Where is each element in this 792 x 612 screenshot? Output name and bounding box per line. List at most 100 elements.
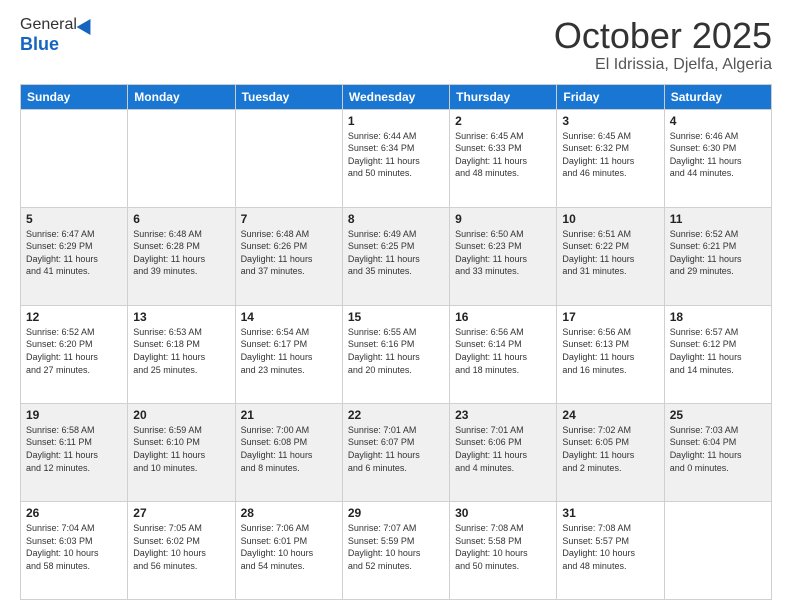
day-number: 13 [133, 310, 229, 324]
calendar-week-row: 1 Sunrise: 6:44 AM Sunset: 6:34 PM Daylig… [21, 109, 772, 207]
day-info: Sunrise: 6:55 AM Sunset: 6:16 PM Dayligh… [348, 326, 444, 376]
day-number: 3 [562, 114, 658, 128]
table-row: 29 Sunrise: 7:07 AM Sunset: 5:59 PM Dayli… [342, 501, 449, 599]
table-row: 20Sunrise: 6:59 AM Sunset: 6:10 PM Dayli… [128, 403, 235, 501]
day-info: Sunrise: 6:50 AM Sunset: 6:23 PM Dayligh… [455, 228, 551, 278]
table-row: 16 Sunrise: 6:56 AM Sunset: 6:14 PM Dayli… [450, 305, 557, 403]
table-row: 11 Sunrise: 6:52 AM Sunset: 6:21 PM Dayli… [664, 207, 771, 305]
day-info: Sunrise: 7:03 AM Sunset: 6:04 PM Dayligh… [670, 424, 766, 474]
header-monday: Monday [128, 84, 235, 109]
calendar-week-row: 5 Sunrise: 6:47 AM Sunset: 6:29 PM Daylig… [21, 207, 772, 305]
day-number: 5 [26, 212, 122, 226]
day-number: 7 [241, 212, 337, 226]
calendar-header-row: Sunday Monday Tuesday Wednesday Thursday… [21, 84, 772, 109]
day-info: Sunrise: 7:08 AM Sunset: 5:58 PM Dayligh… [455, 522, 551, 572]
day-number: 23 [455, 408, 551, 422]
table-row: 13Sunrise: 6:53 AM Sunset: 6:18 PM Dayli… [128, 305, 235, 403]
table-row: 4 Sunrise: 6:46 AM Sunset: 6:30 PM Daylig… [664, 109, 771, 207]
day-info: Sunrise: 7:01 AM Sunset: 6:06 PM Dayligh… [455, 424, 551, 474]
day-info: Sunrise: 6:52 AM Sunset: 6:21 PM Dayligh… [670, 228, 766, 278]
table-row: 22 Sunrise: 7:01 AM Sunset: 6:07 PM Dayli… [342, 403, 449, 501]
day-info: Sunrise: 6:48 AM Sunset: 6:28 PM Dayligh… [133, 228, 229, 278]
header: General Blue October 2025 El Idrissia, D… [20, 16, 772, 74]
table-row: 27Sunrise: 7:05 AM Sunset: 6:02 PM Dayli… [128, 501, 235, 599]
table-row: 23 Sunrise: 7:01 AM Sunset: 6:06 PM Dayli… [450, 403, 557, 501]
table-row: 10 Sunrise: 6:51 AM Sunset: 6:22 PM Dayli… [557, 207, 664, 305]
header-sunday: Sunday [21, 84, 128, 109]
day-info: Sunrise: 6:46 AM Sunset: 6:30 PM Dayligh… [670, 130, 766, 180]
table-row [235, 109, 342, 207]
day-info: Sunrise: 7:00 AM Sunset: 6:08 PM Dayligh… [241, 424, 337, 474]
day-info: Sunrise: 7:04 AM Sunset: 6:03 PM Dayligh… [26, 522, 122, 572]
day-number: 11 [670, 212, 766, 226]
table-row: 19 Sunrise: 6:58 AM Sunset: 6:11 PM Dayli… [21, 403, 128, 501]
day-number: 24 [562, 408, 658, 422]
day-info: Sunrise: 6:56 AM Sunset: 6:13 PM Dayligh… [562, 326, 658, 376]
day-number: 26 [26, 506, 122, 520]
table-row [21, 109, 128, 207]
page: General Blue October 2025 El Idrissia, D… [0, 0, 792, 612]
day-info: Sunrise: 6:45 AM Sunset: 6:32 PM Dayligh… [562, 130, 658, 180]
day-number: 14 [241, 310, 337, 324]
calendar-week-row: 26 Sunrise: 7:04 AM Sunset: 6:03 PM Dayli… [21, 501, 772, 599]
day-info: Sunrise: 7:08 AM Sunset: 5:57 PM Dayligh… [562, 522, 658, 572]
day-info: Sunrise: 6:48 AM Sunset: 6:26 PM Dayligh… [241, 228, 337, 278]
day-info: Sunrise: 7:05 AM Sunset: 6:02 PM Dayligh… [133, 522, 229, 572]
day-info: Sunrise: 6:56 AM Sunset: 6:14 PM Dayligh… [455, 326, 551, 376]
day-number: 15 [348, 310, 444, 324]
table-row: 15 Sunrise: 6:55 AM Sunset: 6:16 PM Dayli… [342, 305, 449, 403]
logo-blue-text: Blue [20, 34, 59, 55]
header-tuesday: Tuesday [235, 84, 342, 109]
day-number: 21 [241, 408, 337, 422]
table-row: 8 Sunrise: 6:49 AM Sunset: 6:25 PM Daylig… [342, 207, 449, 305]
title-location: El Idrissia, Djelfa, Algeria [554, 56, 772, 74]
day-number: 10 [562, 212, 658, 226]
day-number: 4 [670, 114, 766, 128]
title-month: October 2025 [554, 16, 772, 56]
day-info: Sunrise: 6:47 AM Sunset: 6:29 PM Dayligh… [26, 228, 122, 278]
day-info: Sunrise: 6:49 AM Sunset: 6:25 PM Dayligh… [348, 228, 444, 278]
day-number: 9 [455, 212, 551, 226]
day-number: 31 [562, 506, 658, 520]
table-row: 26 Sunrise: 7:04 AM Sunset: 6:03 PM Dayli… [21, 501, 128, 599]
table-row: 9 Sunrise: 6:50 AM Sunset: 6:23 PM Daylig… [450, 207, 557, 305]
table-row: 30Sunrise: 7:08 AM Sunset: 5:58 PM Dayli… [450, 501, 557, 599]
table-row: 17 Sunrise: 6:56 AM Sunset: 6:13 PM Dayli… [557, 305, 664, 403]
day-info: Sunrise: 6:44 AM Sunset: 6:34 PM Dayligh… [348, 130, 444, 180]
header-saturday: Saturday [664, 84, 771, 109]
logo: General Blue [20, 16, 95, 55]
day-number: 18 [670, 310, 766, 324]
day-info: Sunrise: 7:02 AM Sunset: 6:05 PM Dayligh… [562, 424, 658, 474]
header-thursday: Thursday [450, 84, 557, 109]
table-row: 14Sunrise: 6:54 AM Sunset: 6:17 PM Dayli… [235, 305, 342, 403]
day-number: 29 [348, 506, 444, 520]
day-info: Sunrise: 7:01 AM Sunset: 6:07 PM Dayligh… [348, 424, 444, 474]
day-number: 1 [348, 114, 444, 128]
day-number: 12 [26, 310, 122, 324]
table-row: 3 Sunrise: 6:45 AM Sunset: 6:32 PM Daylig… [557, 109, 664, 207]
table-row [664, 501, 771, 599]
logo-general-text: General [20, 16, 77, 34]
day-number: 16 [455, 310, 551, 324]
table-row: 5 Sunrise: 6:47 AM Sunset: 6:29 PM Daylig… [21, 207, 128, 305]
day-number: 19 [26, 408, 122, 422]
header-wednesday: Wednesday [342, 84, 449, 109]
calendar-week-row: 12 Sunrise: 6:52 AM Sunset: 6:20 PM Dayli… [21, 305, 772, 403]
table-row: 12 Sunrise: 6:52 AM Sunset: 6:20 PM Dayli… [21, 305, 128, 403]
day-number: 28 [241, 506, 337, 520]
day-info: Sunrise: 6:59 AM Sunset: 6:10 PM Dayligh… [133, 424, 229, 474]
day-info: Sunrise: 6:51 AM Sunset: 6:22 PM Dayligh… [562, 228, 658, 278]
day-number: 2 [455, 114, 551, 128]
day-number: 8 [348, 212, 444, 226]
day-info: Sunrise: 6:52 AM Sunset: 6:20 PM Dayligh… [26, 326, 122, 376]
day-info: Sunrise: 6:58 AM Sunset: 6:11 PM Dayligh… [26, 424, 122, 474]
calendar-week-row: 19 Sunrise: 6:58 AM Sunset: 6:11 PM Dayli… [21, 403, 772, 501]
table-row: 2Sunrise: 6:45 AM Sunset: 6:33 PM Daylig… [450, 109, 557, 207]
table-row: 21 Sunrise: 7:00 AM Sunset: 6:08 PM Dayli… [235, 403, 342, 501]
header-friday: Friday [557, 84, 664, 109]
day-number: 22 [348, 408, 444, 422]
calendar: Sunday Monday Tuesday Wednesday Thursday… [20, 84, 772, 600]
day-number: 17 [562, 310, 658, 324]
day-info: Sunrise: 7:07 AM Sunset: 5:59 PM Dayligh… [348, 522, 444, 572]
table-row: 7 Sunrise: 6:48 AM Sunset: 6:26 PM Daylig… [235, 207, 342, 305]
